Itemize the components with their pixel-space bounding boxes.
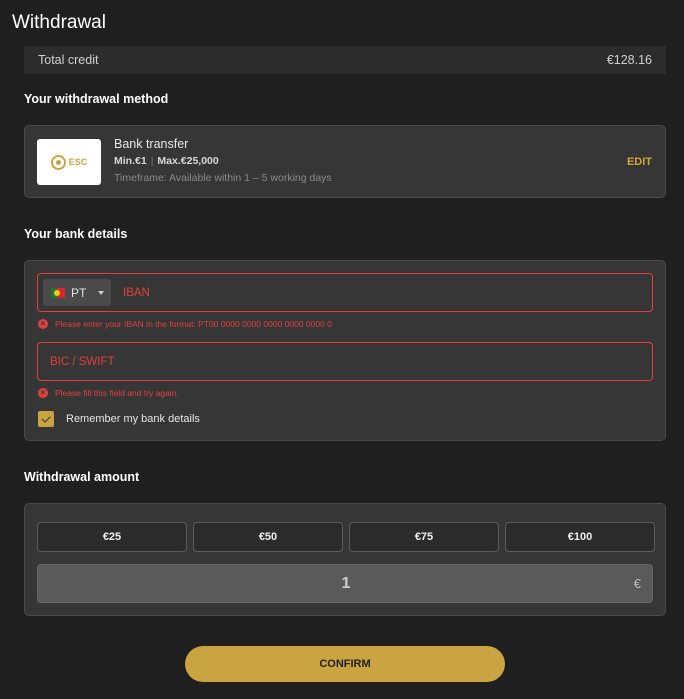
- preset-amount-button[interactable]: €75: [349, 522, 499, 552]
- method-timeframe: Timeframe: Available within 1 – 5 workin…: [114, 172, 332, 184]
- amount-value: 1: [341, 575, 351, 592]
- bank-details-heading: Your bank details: [24, 227, 128, 241]
- preset-amount-button[interactable]: €25: [37, 522, 187, 552]
- method-min: Min.€1: [114, 155, 147, 167]
- withdrawal-method-card: ESC Bank transfer Min.€1 | Max.€25,000 Tim…: [24, 125, 666, 198]
- error-icon: ×: [38, 388, 48, 398]
- remember-checkbox[interactable]: [38, 411, 54, 427]
- iban-field: PT: [37, 273, 653, 312]
- method-limits: Min.€1 | Max.€25,000: [114, 155, 219, 167]
- amount-input[interactable]: 1 €: [37, 564, 653, 603]
- method-name: Bank transfer: [114, 137, 189, 151]
- total-credit-bar: Total credit €128.16: [24, 46, 666, 74]
- method-max: Max.€25,000: [157, 155, 219, 167]
- bic-error: × Please fill this field and try again.: [38, 388, 179, 398]
- bic-input[interactable]: [50, 343, 640, 380]
- limits-separator: |: [150, 155, 154, 167]
- coin-icon: [50, 154, 66, 170]
- iban-input[interactable]: [123, 274, 643, 311]
- confirm-button[interactable]: CONFIRM: [185, 646, 505, 682]
- page-title: Withdrawal: [12, 12, 106, 33]
- withdrawal-amount-heading: Withdrawal amount: [24, 470, 140, 484]
- bic-field: [37, 342, 653, 381]
- total-credit-label: Total credit: [38, 53, 99, 67]
- remember-bank-details[interactable]: Remember my bank details: [38, 411, 200, 427]
- edit-method-link[interactable]: EDIT: [627, 156, 652, 168]
- remember-label: Remember my bank details: [66, 413, 200, 425]
- logo-text: ESC: [68, 157, 88, 167]
- country-select[interactable]: PT: [43, 279, 111, 306]
- portugal-flag-icon: [51, 287, 65, 298]
- amount-presets: €25 €50 €75 €100: [37, 522, 655, 552]
- iban-error: × Please enter your IBAN in the format: …: [38, 319, 332, 329]
- method-logo: ESC: [37, 139, 101, 185]
- total-credit-value: €128.16: [606, 53, 652, 67]
- withdrawal-method-heading: Your withdrawal method: [24, 92, 169, 106]
- preset-amount-button[interactable]: €100: [505, 522, 655, 552]
- iban-error-text: Please enter your IBAN in the format: PT…: [55, 319, 332, 329]
- chevron-down-icon: [98, 290, 105, 295]
- withdrawal-amount-panel: €25 €50 €75 €100 1 €: [24, 503, 666, 616]
- error-icon: ×: [38, 319, 48, 329]
- country-code: PT: [71, 285, 87, 300]
- bank-details-panel: PT × Please enter your IBAN in the forma…: [24, 260, 666, 441]
- preset-amount-button[interactable]: €50: [193, 522, 343, 552]
- currency-symbol: €: [633, 576, 641, 591]
- bic-error-text: Please fill this field and try again.: [55, 388, 179, 398]
